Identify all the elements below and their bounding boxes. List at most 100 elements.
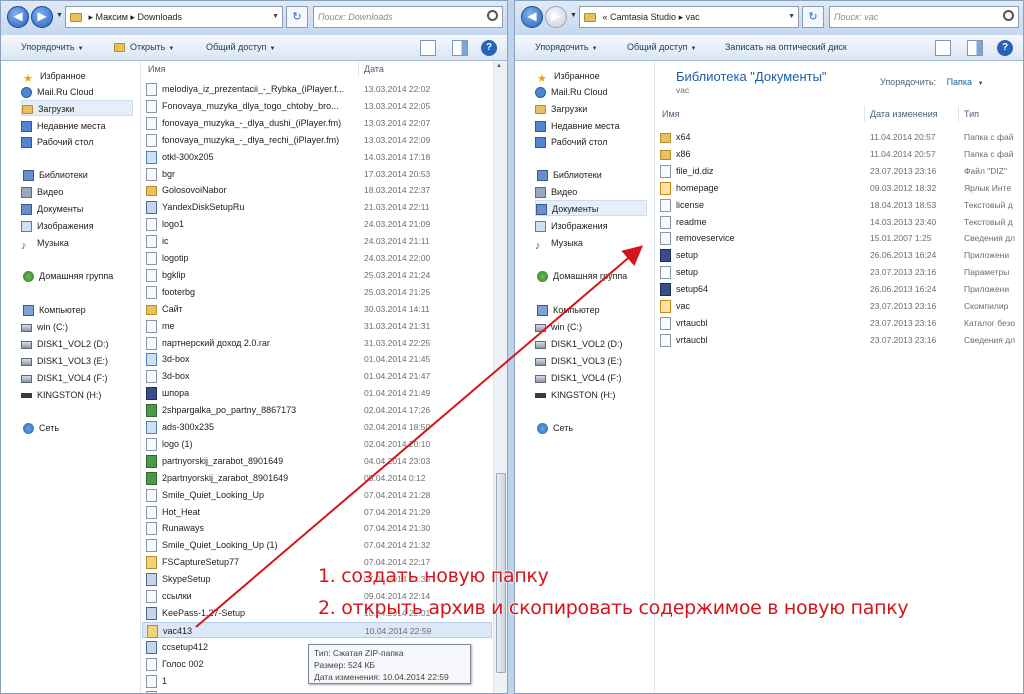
file-row[interactable]: license 18.04.2013 18:53 Текстовый д	[656, 197, 1023, 213]
open-button[interactable]: Открыть ▼	[114, 42, 174, 53]
nav-drive-e[interactable]: DISK1_VOL3 (E:)	[535, 353, 622, 369]
file-row[interactable]: Smile_Quiet_Looking_Up (1) 07.04.2014 21:…	[142, 537, 492, 553]
file-row[interactable]: homepage 09.03.2012 18:32 Ярлык Инте	[656, 180, 1023, 196]
nav-images[interactable]: Изображения	[21, 218, 94, 234]
file-row[interactable]: 2partnyorskij_zarabot_8901649 05.04.2014 …	[142, 470, 492, 486]
file-row[interactable]: fonovaya_muzyka_-_dlya_rechi_(iPlayer.fm…	[142, 132, 492, 148]
arrange-value[interactable]: Папка	[947, 77, 973, 87]
back-button[interactable]: ◀	[7, 6, 29, 28]
breadcrumb-item[interactable]: vac	[686, 12, 700, 22]
nav-drive-d[interactable]: DISK1_VOL2 (D:)	[21, 336, 109, 352]
column-separator[interactable]	[958, 106, 959, 122]
file-row[interactable]: Сайт 30.03.2014 14:11	[142, 301, 492, 317]
nav-mailru-cloud[interactable]: Mail.Ru Cloud	[535, 84, 608, 100]
nav-drive-f[interactable]: DISK1_VOL4 (F:)	[21, 370, 108, 386]
address-field[interactable]: ▸ Максим ▸ Downloads ▼	[65, 6, 283, 28]
nav-favorites[interactable]: ★ Избранное	[23, 68, 86, 85]
file-row[interactable]: removeservice 15.01.2007 1:25 Сведения дл	[656, 230, 1023, 246]
nav-drive-e[interactable]: DISK1_VOL3 (E:)	[21, 353, 108, 369]
file-row[interactable]: x86 11.04.2014 20:57 Папка с фай	[656, 146, 1023, 162]
file-row[interactable]: file_id.diz 23.07.2013 23:16 Файл "DIZ"	[656, 163, 1023, 179]
file-row[interactable]: vrtaucbl 23.07.2013 23:16 Каталог безо	[656, 315, 1023, 331]
file-row[interactable]: fonovaya_muzyka_-_dlya_dushi_(iPlayer.fm…	[142, 115, 492, 131]
file-row[interactable]: шпора 01.04.2014 21:49	[142, 385, 492, 401]
history-dropdown-icon[interactable]: ▼	[570, 12, 577, 19]
file-row[interactable]: 2shpargalka_po_partny_8867173 02.04.2014 …	[142, 402, 492, 418]
organize-button[interactable]: Упорядочить ▼	[21, 42, 84, 52]
nav-drive-d[interactable]: DISK1_VOL2 (D:)	[535, 336, 623, 352]
nav-homegroup[interactable]: Домашняя группа	[537, 268, 627, 284]
column-header-name[interactable]: Имя	[148, 61, 166, 77]
column-header-date[interactable]: Дата	[364, 61, 384, 77]
file-row[interactable]: Runaways 07.04.2014 21:30	[142, 520, 492, 536]
file-row[interactable]: ads-300x235 02.04.2014 18:50	[142, 419, 492, 435]
file-row[interactable]: vac413 10.04.2014 22:59	[142, 621, 492, 638]
nav-images[interactable]: Изображения	[535, 218, 608, 234]
nav-recent-places[interactable]: Недавние места	[21, 118, 106, 134]
nav-favorites[interactable]: ★ Избранное	[537, 68, 600, 85]
arrange-by[interactable]: Упорядочить: Папка ▼	[880, 77, 984, 87]
file-row[interactable]: ic 24.03.2014 21:11	[142, 233, 492, 249]
column-header-name[interactable]: Имя	[662, 106, 680, 122]
file-row[interactable]: logotip 24.03.2014 22:00	[142, 250, 492, 266]
view-options-icon[interactable]	[935, 40, 951, 56]
file-row[interactable]: MIG-01AMetallic.bin 11.04.2014 21:41	[142, 689, 492, 693]
file-row[interactable]: footerbg 25.03.2014 21:25	[142, 284, 492, 300]
nav-video[interactable]: Видео	[535, 184, 577, 200]
nav-music[interactable]: ♪ Музыка	[535, 235, 583, 252]
breadcrumb-item[interactable]: Camtasia Studio	[610, 12, 676, 22]
nav-libraries[interactable]: Библиотеки	[23, 167, 88, 183]
file-row[interactable]: setup64 26.06.2013 16:24 Приложени	[656, 281, 1023, 297]
nav-homegroup[interactable]: Домашняя группа	[23, 268, 113, 284]
search-input[interactable]: Поиск: Downloads	[313, 6, 503, 28]
nav-computer[interactable]: Компьютер	[23, 302, 86, 318]
breadcrumb-overflow-icon[interactable]: «	[603, 12, 611, 22]
nav-drive-c[interactable]: win (C:)	[21, 319, 68, 335]
search-icon[interactable]	[487, 10, 498, 21]
nav-computer[interactable]: Компьютер	[537, 302, 600, 318]
view-options-icon[interactable]	[420, 40, 436, 56]
burn-to-disc-button[interactable]: Записать на оптический диск	[725, 42, 847, 52]
nav-mailru-cloud[interactable]: Mail.Ru Cloud	[21, 84, 94, 100]
nav-drive-h[interactable]: KINGSTON (H:)	[21, 387, 101, 403]
nav-network[interactable]: Сеть	[23, 420, 59, 436]
file-row[interactable]: setup 26.06.2013 16:24 Приложени	[656, 247, 1023, 263]
nav-drive-f[interactable]: DISK1_VOL4 (F:)	[535, 370, 622, 386]
file-row[interactable]: bgklip 25.03.2014 21:24	[142, 267, 492, 283]
history-dropdown-icon[interactable]: ▼	[56, 12, 63, 19]
file-row[interactable]: партнерский доход 2.0.rar 31.03.2014 22:2…	[142, 335, 492, 351]
file-row[interactable]: x64 11.04.2014 20:57 Папка с фай	[656, 129, 1023, 145]
file-row[interactable]: YandexDiskSetupRu 21.03.2014 22:11	[142, 199, 492, 215]
nav-network[interactable]: Сеть	[537, 420, 573, 436]
column-separator[interactable]	[358, 61, 359, 77]
share-button[interactable]: Общий доступ ▼	[627, 42, 696, 52]
file-row[interactable]: GolosovoiNabor 18.03.2014 22:37	[142, 182, 492, 198]
nav-music[interactable]: ♪ Музыка	[21, 235, 69, 252]
file-row[interactable]: logo (1) 02.04.2014 20:10	[142, 436, 492, 452]
address-field[interactable]: « Camtasia Studio ▸ vac ▼	[579, 6, 799, 28]
file-row[interactable]: bgr 17.03.2014 20:53	[142, 166, 492, 182]
search-input[interactable]: Поиск: vac	[829, 6, 1019, 28]
file-row[interactable]: 3d-box 01.04.2014 21:47	[142, 368, 492, 384]
file-row[interactable]: logo1 24.03.2014 21:09	[142, 216, 492, 232]
column-header-type[interactable]: Тип	[964, 106, 979, 122]
file-row[interactable]: Hot_Heat 07.04.2014 21:29	[142, 504, 492, 520]
forward-button[interactable]: ▶	[545, 6, 567, 28]
file-row[interactable]: Fonovaya_muzyka_dlya_togo_chtoby_bro... 1…	[142, 98, 492, 114]
refresh-icon[interactable]: ↻	[802, 6, 824, 28]
column-header-date[interactable]: Дата изменения	[870, 106, 938, 122]
file-row[interactable]: Smile_Quiet_Looking_Up 07.04.2014 21:28	[142, 487, 492, 503]
file-row[interactable]: me 31.03.2014 21:31	[142, 318, 492, 334]
breadcrumb-item[interactable]: Downloads	[137, 12, 182, 22]
dropdown-arrow-icon[interactable]: ▼	[978, 81, 984, 87]
nav-drive-h[interactable]: KINGSTON (H:)	[535, 387, 615, 403]
nav-recent-places[interactable]: Недавние места	[535, 118, 620, 134]
refresh-icon[interactable]: ↻	[286, 6, 308, 28]
preview-pane-icon[interactable]	[452, 40, 468, 56]
file-row[interactable]: vrtaucbl 23.07.2013 23:16 Сведения дл	[656, 332, 1023, 348]
nav-downloads[interactable]: Загрузки	[21, 100, 133, 116]
address-dropdown-icon[interactable]: ▼	[788, 7, 795, 27]
file-row[interactable]: otkl-300x205 14.03.2014 17:18	[142, 149, 492, 165]
back-button[interactable]: ◀	[521, 6, 543, 28]
share-button[interactable]: Общий доступ ▼	[206, 42, 275, 52]
